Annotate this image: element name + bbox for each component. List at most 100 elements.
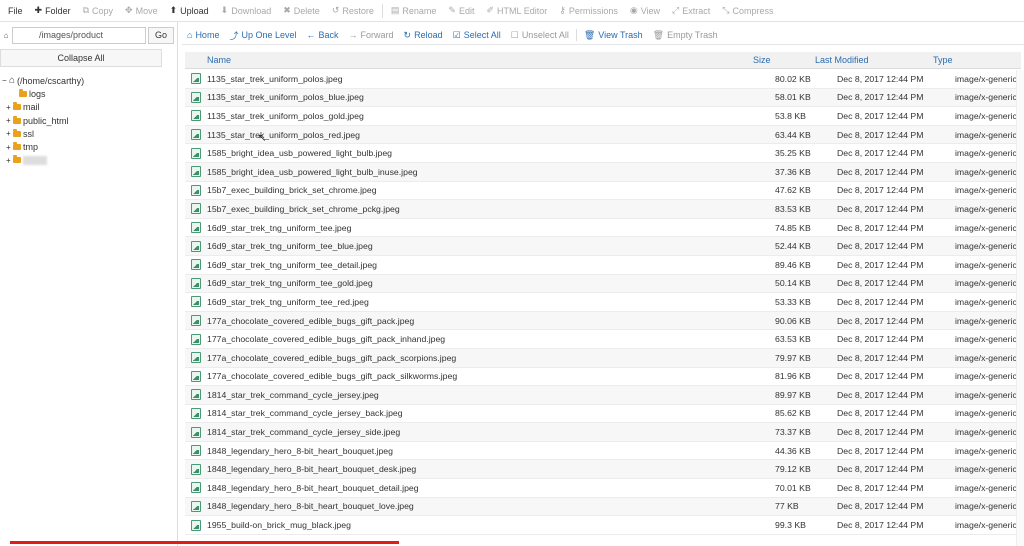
file-name[interactable]: 1585_bright_idea_usb_powered_light_bulb.… [207,148,775,158]
expand-icon[interactable]: + [6,129,12,138]
file-name[interactable]: 1848_legendary_hero_8-bit_heart_bouquet.… [207,446,775,456]
new-folder-button[interactable]: ✚ Folder [29,0,77,22]
table-row[interactable]: 1814_star_trek_command_cycle_jersey_side… [185,423,1021,442]
tree-item-tmp[interactable]: + tmp [2,140,174,153]
file-name[interactable]: 16d9_star_trek_tng_uniform_tee.jpeg [207,223,775,233]
column-header-size[interactable]: Size [753,55,815,65]
restore-button[interactable]: ↺ Restore [326,0,380,22]
table-row[interactable]: 177a_chocolate_covered_edible_bugs_gift_… [185,311,1021,331]
right-arrow-icon: → [348,30,358,40]
extract-button[interactable]: ⤢ Extract [666,0,716,22]
file-name[interactable]: 1814_star_trek_command_cycle_jersey.jpeg [207,390,775,400]
delete-button[interactable]: ✖ Delete [277,0,326,22]
collapse-all-button[interactable]: Collapse All [0,49,162,67]
table-row[interactable]: 15b7_exec_building_brick_set_chrome.jpeg… [185,182,1021,201]
column-header-type[interactable]: Type [933,55,999,65]
expand-icon[interactable]: + [6,143,12,152]
file-size: 37.36 KB [775,166,811,177]
up-one-level-button[interactable]: ⤴ Up One Level [224,26,301,45]
table-row[interactable]: 1135_star_trek_uniform_polos_gold.jpeg 53… [185,107,1021,126]
table-row[interactable]: 1955_build-on_brick_mug_black.jpeg 99.3 K… [185,516,1021,535]
table-row[interactable]: 177a_chocolate_covered_edible_bugs_gift_… [185,348,1021,368]
table-row[interactable]: 177a_chocolate_covered_edible_bugs_gift_… [185,368,1021,387]
expand-icon[interactable]: + [6,103,12,112]
table-row[interactable]: 177a_chocolate_covered_edible_bugs_gift_… [185,330,1021,349]
file-name[interactable]: 1135_star_trek_uniform_polos_blue.jpeg [207,92,775,102]
rename-button[interactable]: ▤ Rename [385,0,443,22]
file-name[interactable]: 16d9_star_trek_tng_uniform_tee_blue.jpeg [207,241,775,251]
expand-icon[interactable]: + [6,156,12,165]
home-icon[interactable]: ⌂ [0,31,12,40]
file-name[interactable]: 1848_legendary_hero_8-bit_heart_bouquet_… [207,464,775,474]
video-progress-bar[interactable] [10,541,399,544]
file-name[interactable]: 177a_chocolate_covered_edible_bugs_gift_… [207,353,775,363]
table-row[interactable]: 1135_star_trek_uniform_polos_blue.jpeg 58… [185,88,1021,108]
reload-button[interactable]: ↻ Reload [399,26,448,45]
move-button[interactable]: ✥ Move [119,0,164,22]
table-row[interactable]: 1814_star_trek_command_cycle_jersey.jpeg… [185,386,1021,405]
unselect-all-button[interactable]: ☐ Unselect All [506,26,574,45]
expand-icon[interactable]: + [6,116,12,125]
download-button[interactable]: ⬇ Download [215,0,278,22]
upload-button[interactable]: ⬆ Upload [164,0,215,22]
tree-item-public-html[interactable]: + public_html [2,114,174,127]
empty-trash-button[interactable]: 🗑 Empty Trash [648,26,723,45]
file-name[interactable]: 1135_star_trek_uniform_polos.jpeg [207,74,775,84]
file-name[interactable]: 177a_chocolate_covered_edible_bugs_gift_… [207,371,775,381]
file-name[interactable]: 177a_chocolate_covered_edible_bugs_gift_… [207,334,775,344]
table-row[interactable]: 15b7_exec_building_brick_set_chrome_pckg… [185,200,1021,219]
table-row[interactable]: 16d9_star_trek_tng_uniform_tee_red.jpeg 5… [185,293,1021,312]
tree-item-mail[interactable]: + mail [2,101,174,114]
file-name[interactable]: 1814_star_trek_command_cycle_jersey_back… [207,408,775,418]
edit-button[interactable]: ✎ Edit [442,0,480,22]
home-button[interactable]: ⌂ Home [182,26,224,45]
back-button[interactable]: ← Back [302,26,344,45]
table-row[interactable]: 1848_legendary_hero_8-bit_heart_bouquet.… [185,442,1021,461]
table-row[interactable]: 16d9_star_trek_tng_uniform_tee_detail.jp… [185,256,1021,275]
file-size: 35.25 KB [775,148,811,159]
file-name[interactable]: 1848_legendary_hero_8-bit_heart_bouquet_… [207,483,775,493]
permissions-button[interactable]: ⚷ Permissions [553,0,624,22]
html-editor-button[interactable]: ✐ HTML Editor [480,0,553,22]
table-row[interactable]: 1585_bright_idea_usb_powered_light_bulb_… [185,162,1021,182]
table-row[interactable]: 1848_legendary_hero_8-bit_heart_bouquet_… [185,479,1021,498]
file-name[interactable]: 1135_star_trek_uniform_polos_gold.jpeg [207,111,775,121]
path-input[interactable] [12,26,146,44]
table-row[interactable]: 1585_bright_idea_usb_powered_light_bulb.… [185,144,1021,163]
column-header-last-modified[interactable]: Last Modified [815,55,933,65]
file-menu-button[interactable]: File [2,0,29,22]
table-row[interactable]: 16d9_star_trek_tng_uniform_tee_blue.jpeg… [185,237,1021,256]
table-row[interactable]: 1848_legendary_hero_8-bit_heart_bouquet_… [185,460,1021,480]
file-name[interactable]: 1135_star_trek_uniform_polos_red.jpeg [207,130,775,140]
tree-item-ssl[interactable]: + ssl [2,127,174,140]
vertical-scrollbar[interactable] [1016,70,1024,546]
column-header-name[interactable]: Name [185,55,753,65]
file-name[interactable]: 15b7_exec_building_brick_set_chrome.jpeg [207,185,775,195]
file-name[interactable]: 1814_star_trek_command_cycle_jersey_side… [207,427,775,437]
view-trash-button[interactable]: 🗑 View Trash [579,26,648,45]
table-row[interactable]: 1135_star_trek_uniform_polos_red.jpeg 63.… [185,125,1021,145]
table-row[interactable]: 16d9_star_trek_tng_uniform_tee_gold.jpeg… [185,274,1021,294]
table-row[interactable]: 1814_star_trek_command_cycle_jersey_back… [185,405,1021,424]
tree-item-logs[interactable]: logs [2,87,174,100]
collapse-icon[interactable]: − [2,76,8,85]
file-name[interactable]: 16d9_star_trek_tng_uniform_tee_red.jpeg [207,297,775,307]
tree-item-home[interactable]: − ⌂ (/home/cscarthy) [2,74,174,87]
file-name[interactable]: 1585_bright_idea_usb_powered_light_bulb_… [207,167,775,177]
forward-button[interactable]: → Forward [344,26,399,45]
file-name[interactable]: 16d9_star_trek_tng_uniform_tee_gold.jpeg [207,278,775,288]
file-name[interactable]: 1955_build-on_brick_mug_black.jpeg [207,520,775,530]
copy-button[interactable]: ⧉ Copy [77,0,119,22]
table-row[interactable]: 1135_star_trek_uniform_polos.jpeg 80.02 K… [185,70,1021,89]
view-button[interactable]: ◉ View [624,0,666,22]
file-name[interactable]: 1848_legendary_hero_8-bit_heart_bouquet_… [207,501,775,511]
table-row[interactable]: 16d9_star_trek_tng_uniform_tee.jpeg 74.85… [185,219,1021,238]
table-row[interactable]: 1848_legendary_hero_8-bit_heart_bouquet_… [185,497,1021,517]
file-name[interactable]: 177a_chocolate_covered_edible_bugs_gift_… [207,316,775,326]
file-name[interactable]: 16d9_star_trek_tng_uniform_tee_detail.jp… [207,260,775,270]
file-name[interactable]: 15b7_exec_building_brick_set_chrome_pckg… [207,204,775,214]
go-button[interactable]: Go [148,26,174,44]
select-all-button[interactable]: ☑ Select All [448,26,506,45]
tree-item-blurred[interactable]: + [2,154,174,167]
compress-button[interactable]: ⤡ Compress [716,0,779,22]
